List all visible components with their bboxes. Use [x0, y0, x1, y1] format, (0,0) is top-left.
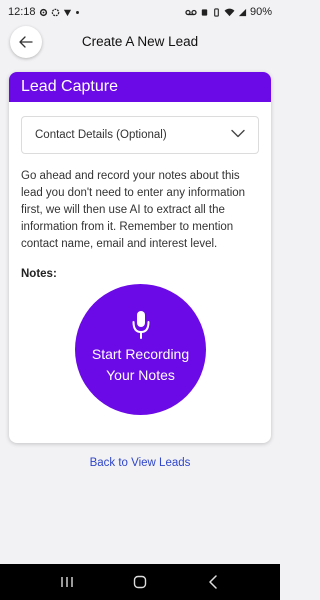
contact-details-dropdown[interactable]: Contact Details (Optional) [21, 116, 259, 154]
dropdown-label: Contact Details (Optional) [35, 129, 167, 141]
record-label-line1: Start Recording [91, 345, 190, 362]
record-label-line2: Your Notes [106, 366, 175, 383]
app-header: Create A New Lead [0, 24, 280, 60]
system-nav-bar [0, 564, 280, 600]
alarm-icon [201, 8, 208, 16]
microphone-icon [132, 310, 149, 339]
system-back-button[interactable] [193, 567, 233, 597]
status-left: 12:18 [8, 6, 80, 18]
card-header: Lead Capture [9, 72, 271, 102]
status-right: 90% [185, 6, 272, 18]
start-recording-button[interactable]: Start Recording Your Notes [75, 284, 206, 415]
settings-icon [51, 8, 59, 16]
recent-apps-button[interactable] [47, 567, 87, 597]
recent-apps-icon [60, 577, 73, 587]
page-title: Create A New Lead [81, 34, 199, 49]
lead-capture-card: Lead Capture Contact Details (Optional) … [9, 72, 271, 443]
wifi-icon [224, 8, 235, 16]
status-time: 12:18 [8, 6, 36, 18]
back-icon [209, 575, 218, 589]
signal-icon [238, 8, 247, 16]
gear-icon [39, 8, 47, 16]
voicemail-icon [185, 9, 197, 15]
card-title: Lead Capture [21, 78, 118, 95]
battery-percent: 90% [249, 6, 272, 18]
home-button[interactable] [120, 567, 160, 597]
status-bar: 12:18 90% [0, 0, 280, 24]
chevron-down-icon [231, 129, 245, 138]
notes-label: Notes: [21, 268, 57, 280]
instructions-text: Go ahead and record your notes about thi… [21, 170, 246, 250]
dot-icon [75, 10, 79, 14]
vibrate-icon [214, 7, 219, 17]
back-to-view-leads-link[interactable]: Back to View Leads [0, 457, 280, 469]
location-icon [63, 9, 71, 16]
home-icon [133, 575, 147, 589]
